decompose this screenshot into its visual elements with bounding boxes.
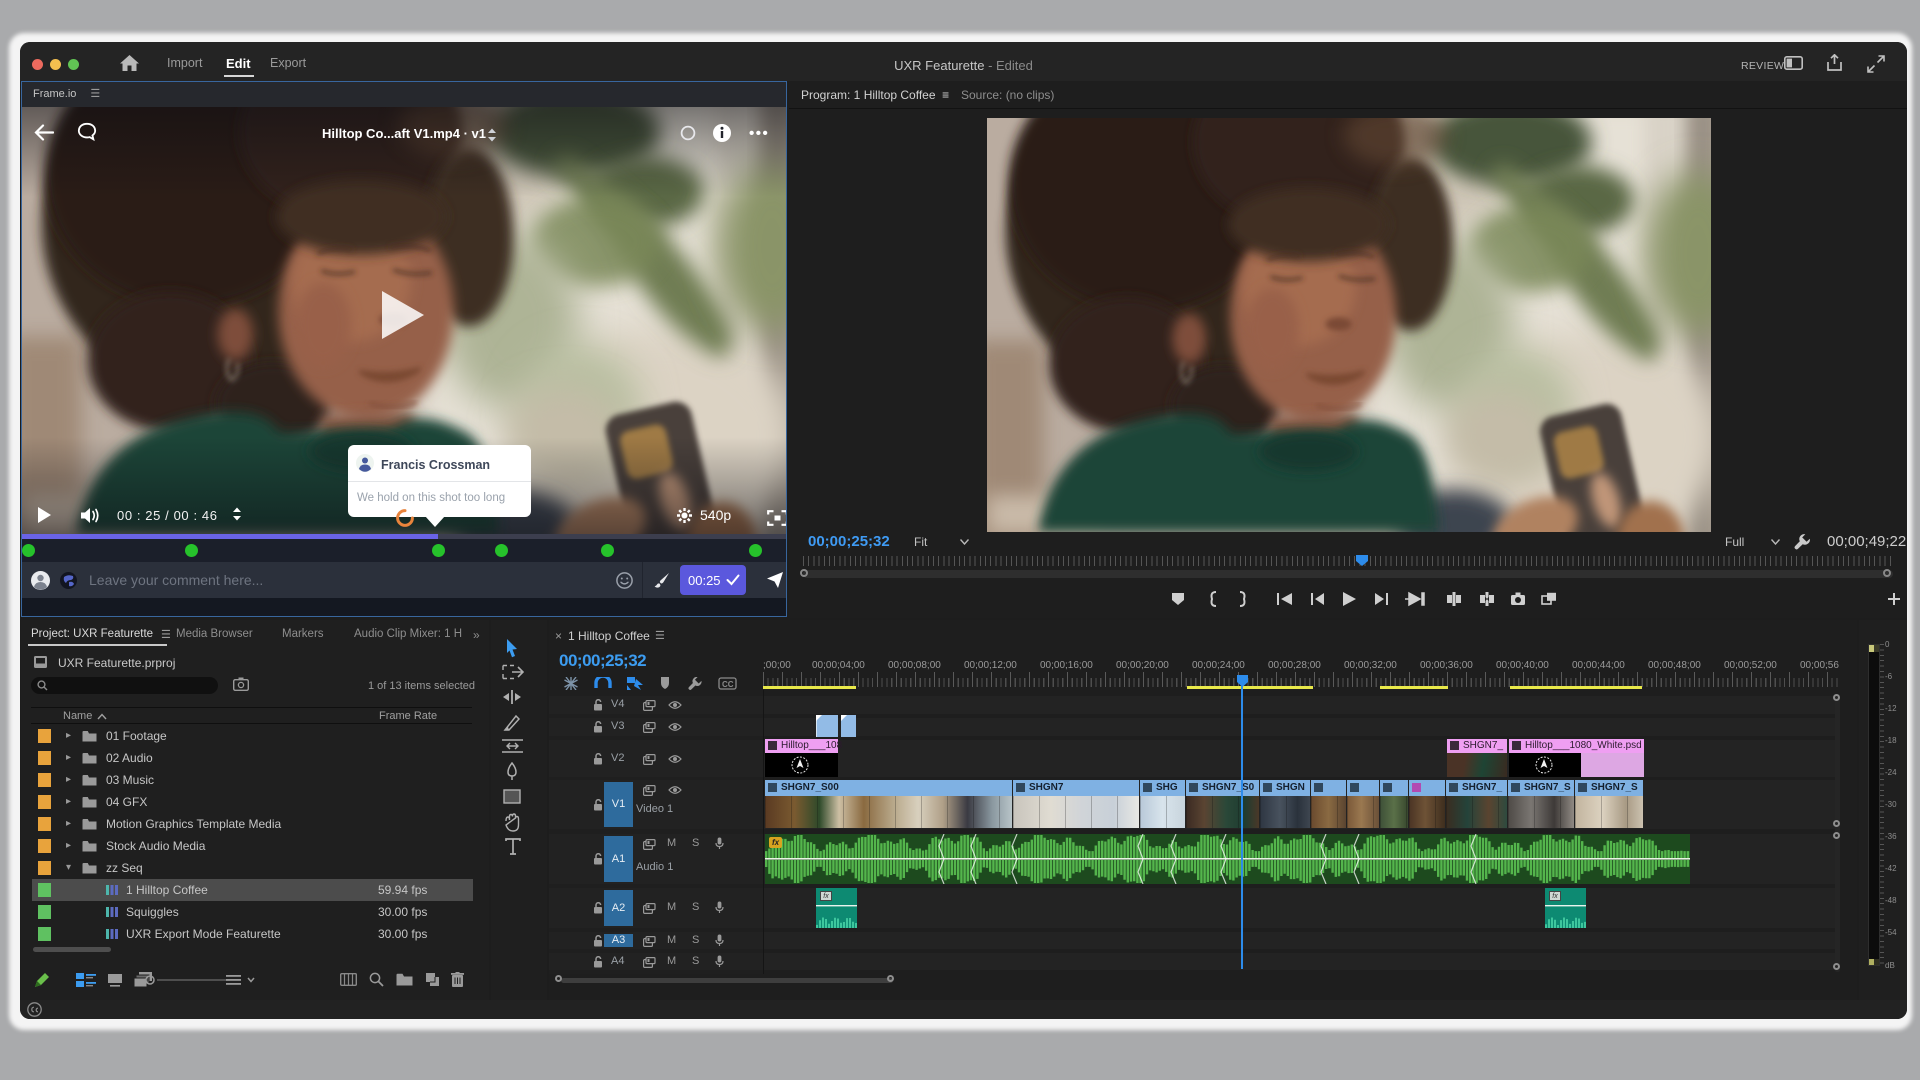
svg-text:CC: CC [722, 680, 734, 689]
